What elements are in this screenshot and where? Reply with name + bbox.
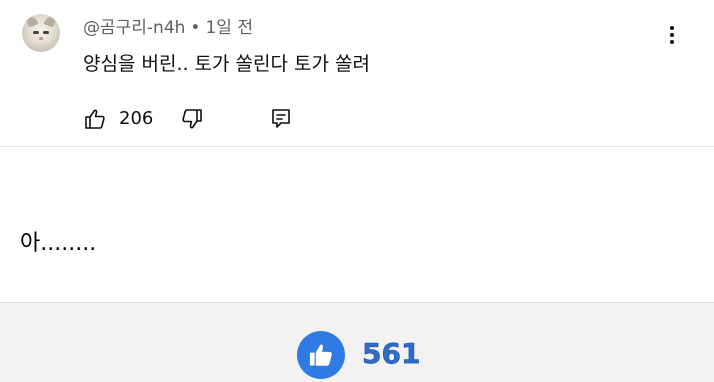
author-handle[interactable]: @곰구리-n4h xyxy=(83,18,185,38)
more-options-button[interactable] xyxy=(661,20,683,50)
more-vertical-icon-dot xyxy=(670,33,674,37)
meta-separator: • xyxy=(190,18,201,38)
author-avatar[interactable] xyxy=(22,14,60,52)
reply-button[interactable] xyxy=(269,104,299,134)
dislike-button[interactable] xyxy=(180,104,210,134)
thumbs-up-filled-icon xyxy=(309,344,332,366)
comment-meta: @곰구리-n4h • 1일 전 xyxy=(83,17,253,39)
avatar-eye-left xyxy=(33,31,39,34)
avatar-nose xyxy=(39,37,43,40)
reaction-bar: 561 xyxy=(0,302,714,382)
thumbs-down-icon xyxy=(182,109,202,129)
avatar-eye-right xyxy=(43,31,49,34)
thumbs-up-icon xyxy=(85,109,105,129)
caption-text: 아........ xyxy=(20,231,97,256)
more-vertical-icon xyxy=(670,26,674,30)
comment-card: @곰구리-n4h • 1일 전 양심을 버린.. 토가 쏠린다 토가 쏠려 206 xyxy=(0,0,714,146)
big-like-button[interactable] xyxy=(297,331,345,379)
section-divider xyxy=(0,146,714,147)
comment-text: 양심을 버린.. 토가 쏠린다 토가 쏠려 xyxy=(83,53,370,75)
more-vertical-icon-dot xyxy=(670,40,674,44)
avatar-ear-right xyxy=(43,14,57,28)
comment-time[interactable]: 1일 전 xyxy=(205,18,253,38)
like-button[interactable]: 206 xyxy=(83,104,163,134)
avatar-ear-left xyxy=(25,14,39,28)
reply-icon xyxy=(272,109,290,128)
like-count: 206 xyxy=(119,108,154,129)
reaction-like-count: 561 xyxy=(362,337,421,371)
